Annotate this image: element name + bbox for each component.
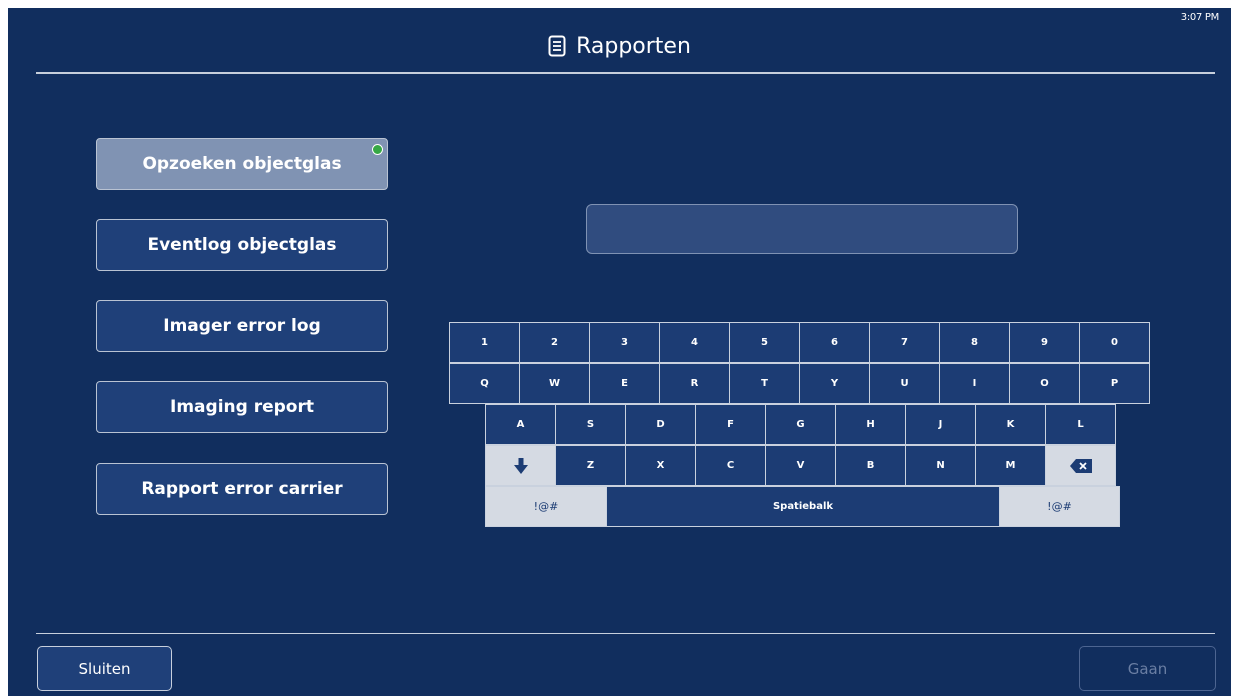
key-e[interactable]: E (589, 363, 660, 404)
page-header: Rapporten (8, 26, 1231, 66)
key-o[interactable]: O (1009, 363, 1080, 404)
key-d[interactable]: D (625, 404, 696, 445)
key-y[interactable]: Y (799, 363, 870, 404)
keyboard-row-numbers: 1 2 3 4 5 6 7 8 9 0 (449, 322, 1150, 363)
backspace-icon (1069, 458, 1092, 473)
key-f[interactable]: F (695, 404, 766, 445)
header-divider (36, 72, 1215, 74)
page-title: Rapporten (576, 33, 691, 59)
key-i[interactable]: I (939, 363, 1010, 404)
go-button[interactable]: Gaan (1079, 646, 1216, 691)
keyboard-row-zxcv: Z X C V B N M (485, 445, 1116, 486)
menu-item-rapport-error-carrier[interactable]: Rapport error carrier (96, 463, 388, 515)
key-0[interactable]: 0 (1079, 322, 1150, 363)
key-p[interactable]: P (1079, 363, 1150, 404)
app-screen: 3:07 PM Rapporten Opzoeken objectglas Ev… (8, 8, 1231, 696)
close-button[interactable]: Sluiten (37, 646, 172, 691)
key-2[interactable]: 2 (519, 322, 590, 363)
key-j[interactable]: J (905, 404, 976, 445)
key-z[interactable]: Z (555, 445, 626, 486)
backspace-key[interactable] (1045, 445, 1116, 486)
key-9[interactable]: 9 (1009, 322, 1080, 363)
key-l[interactable]: L (1045, 404, 1116, 445)
key-c[interactable]: C (695, 445, 766, 486)
key-m[interactable]: M (975, 445, 1046, 486)
key-3[interactable]: 3 (589, 322, 660, 363)
status-indicator-icon (372, 144, 383, 155)
key-g[interactable]: G (765, 404, 836, 445)
key-1[interactable]: 1 (449, 322, 520, 363)
keyboard-row-qwerty: Q W E R T Y U I O P (449, 363, 1150, 404)
menu-item-label: Imaging report (170, 397, 314, 417)
menu-item-label: Opzoeken objectglas (142, 154, 342, 174)
keyboard-row-asdf: A S D F G H J K L (485, 404, 1116, 445)
clock: 3:07 PM (1180, 12, 1220, 23)
symbols-key-right[interactable]: !@# (999, 486, 1120, 527)
key-4[interactable]: 4 (659, 322, 730, 363)
key-k[interactable]: K (975, 404, 1046, 445)
key-r[interactable]: R (659, 363, 730, 404)
spacebar-key[interactable]: Spatiebalk (606, 486, 1000, 527)
key-t[interactable]: T (729, 363, 800, 404)
arrow-down-icon (513, 457, 528, 474)
key-n[interactable]: N (905, 445, 976, 486)
symbols-key-left[interactable]: !@# (485, 486, 607, 527)
menu-item-label: Eventlog objectglas (147, 235, 337, 255)
menu-item-opzoeken-objectglas[interactable]: Opzoeken objectglas (96, 138, 388, 190)
key-6[interactable]: 6 (799, 322, 870, 363)
key-v[interactable]: V (765, 445, 836, 486)
menu-item-label: Imager error log (163, 316, 321, 336)
menu-item-imager-error-log[interactable]: Imager error log (96, 300, 388, 352)
key-x[interactable]: X (625, 445, 696, 486)
footer-divider (36, 633, 1215, 634)
key-b[interactable]: B (835, 445, 906, 486)
key-h[interactable]: H (835, 404, 906, 445)
shift-key[interactable] (485, 445, 556, 486)
key-a[interactable]: A (485, 404, 556, 445)
menu-item-label: Rapport error carrier (141, 479, 343, 499)
key-5[interactable]: 5 (729, 322, 800, 363)
search-input[interactable] (586, 204, 1018, 254)
key-w[interactable]: W (519, 363, 590, 404)
document-icon (548, 35, 566, 57)
keyboard-row-space: !@# Spatiebalk !@# (485, 486, 1120, 527)
key-7[interactable]: 7 (869, 322, 940, 363)
menu-item-imaging-report[interactable]: Imaging report (96, 381, 388, 433)
key-u[interactable]: U (869, 363, 940, 404)
key-8[interactable]: 8 (939, 322, 1010, 363)
key-s[interactable]: S (555, 404, 626, 445)
menu-item-eventlog-objectglas[interactable]: Eventlog objectglas (96, 219, 388, 271)
key-q[interactable]: Q (449, 363, 520, 404)
